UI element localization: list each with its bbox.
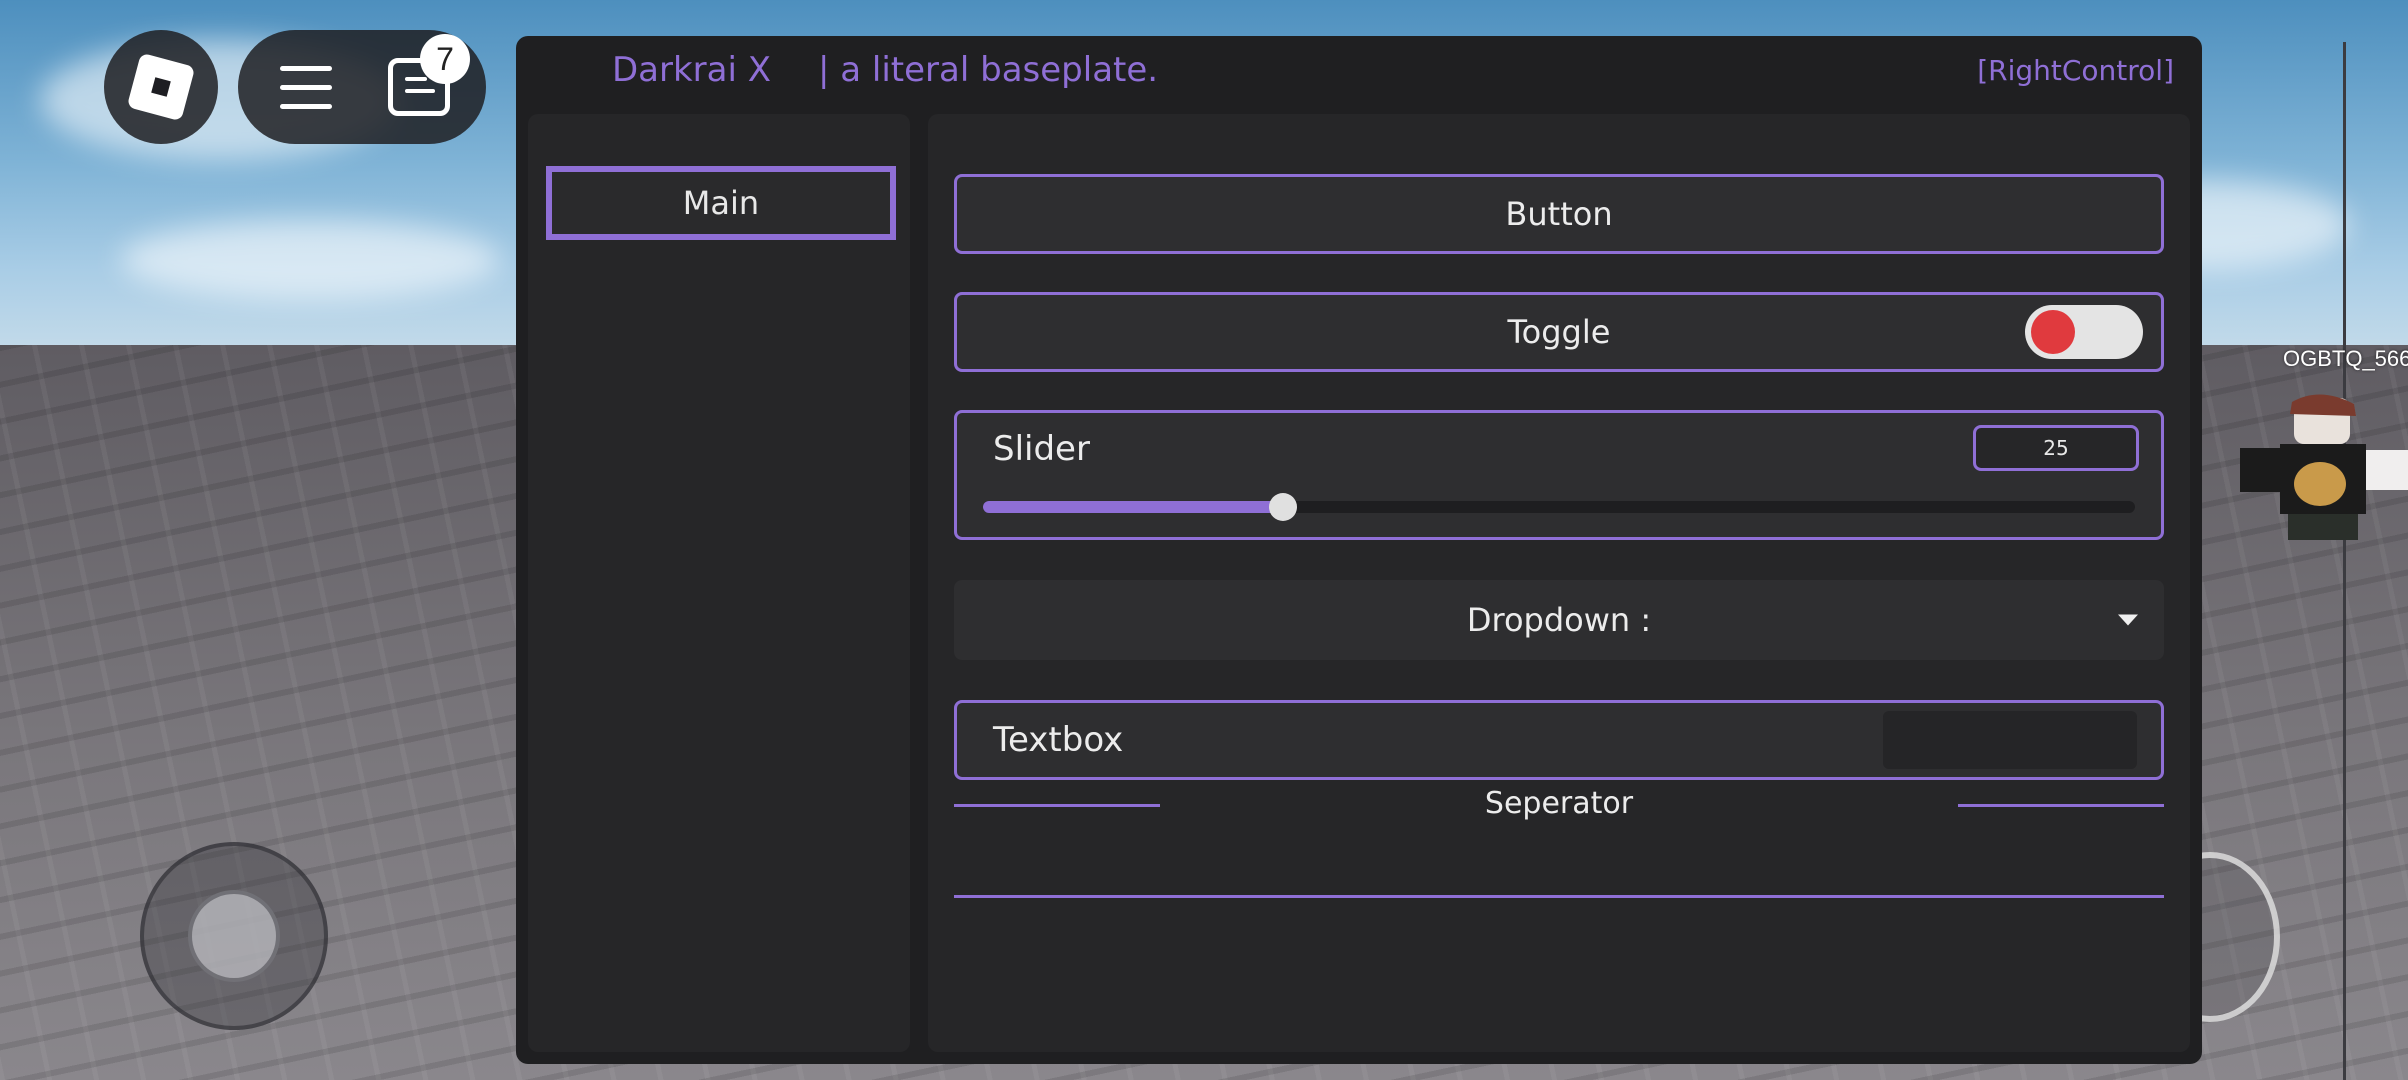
slider-track[interactable]: [983, 493, 2135, 521]
toggle-switch[interactable]: [2025, 305, 2143, 359]
slider-fill: [983, 501, 1283, 513]
player-nametag: OGBTQ_566: [2283, 346, 2408, 371]
toggle-keybind-label: [RightControl]: [1977, 54, 2174, 87]
demo-toggle[interactable]: Toggle: [954, 292, 2164, 372]
window-title: Darkrai X: [612, 50, 772, 90]
slider-value-box[interactable]: 25: [1973, 425, 2139, 471]
textbox-label: Textbox: [993, 720, 1124, 760]
spawn-pole: [2343, 42, 2346, 1080]
hamburger-menu-icon[interactable]: [280, 66, 332, 109]
slider-label: Slider: [993, 429, 1090, 469]
demo-button-label: Button: [1505, 195, 1613, 233]
tab-main[interactable]: Main: [546, 166, 896, 240]
textbox-input[interactable]: [1883, 711, 2137, 769]
demo-slider: Slider 25: [954, 410, 2164, 540]
demo-textbox: Textbox: [954, 700, 2164, 780]
window-titlebar[interactable]: Darkrai X | a literal baseplate. [RightC…: [516, 36, 2202, 104]
roblox-menu-button[interactable]: [104, 30, 218, 144]
window-subtitle: | a literal baseplate.: [818, 50, 1159, 90]
topbar-pill: 7: [238, 30, 486, 144]
chat-unread-badge: 7: [420, 34, 470, 84]
thumbstick[interactable]: [140, 842, 328, 1030]
demo-dropdown[interactable]: Dropdown :: [954, 580, 2164, 660]
darkrai-window: Darkrai X | a literal baseplate. [RightC…: [516, 36, 2202, 1064]
demo-button[interactable]: Button: [954, 174, 2164, 254]
tab-content: Button Toggle Slider 25 Dropdown : Textb…: [928, 114, 2190, 1052]
roblox-logo-icon: [126, 52, 196, 122]
caret-down-icon: [2118, 614, 2138, 626]
separator-line-right: [1958, 804, 2164, 807]
toggle-label: Toggle: [1507, 313, 1611, 351]
tab-sidebar: Main: [528, 114, 910, 1052]
dropdown-label: Dropdown :: [1466, 601, 1652, 639]
thumbstick-knob[interactable]: [188, 890, 280, 982]
player-avatar: [2240, 394, 2408, 540]
slider-thumb[interactable]: [1268, 493, 1297, 521]
divider-line: [954, 895, 2164, 898]
toggle-knob: [2031, 310, 2075, 354]
